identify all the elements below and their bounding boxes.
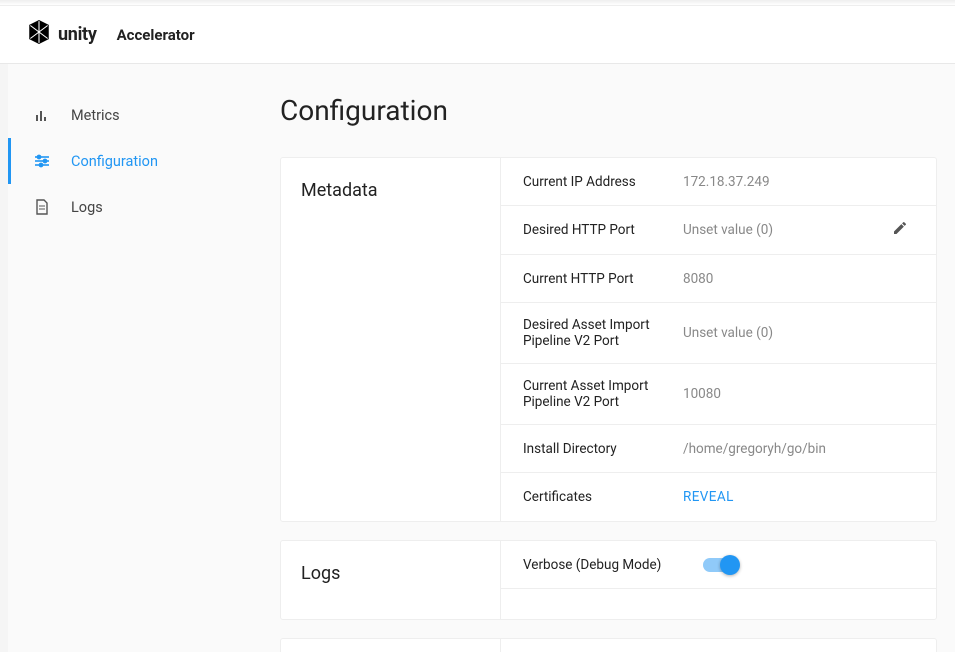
reveal-link[interactable]: REVEAL xyxy=(683,489,914,505)
row-value: Unset value (0) xyxy=(683,222,886,238)
unity-cube-icon xyxy=(26,19,52,50)
left-strip xyxy=(0,64,8,652)
row-value: Unset value (0) xyxy=(683,325,914,341)
card-title: Logs xyxy=(281,541,501,619)
row-key: Desired HTTP Port xyxy=(523,222,683,238)
row-desired-pipeline-port: Desired Asset Import Pipeline V2 Port Un… xyxy=(501,303,936,364)
row-verbose: Verbose (Debug Mode) xyxy=(501,541,936,589)
app-header: unity Accelerator xyxy=(0,6,955,64)
row-key: Verbose (Debug Mode) xyxy=(523,557,703,573)
row-value: /home/gregoryh/go/bin xyxy=(683,441,914,457)
sidebar-item-label: Logs xyxy=(71,199,103,216)
unity-logo: unity xyxy=(26,19,97,50)
bar-chart-icon xyxy=(33,106,51,124)
card-metadata: Metadata Current IP Address 172.18.37.24… xyxy=(280,157,937,522)
row-desired-http-port: Desired HTTP Port Unset value (0) xyxy=(501,206,936,255)
sidebar-item-configuration[interactable]: Configuration xyxy=(8,138,258,184)
row-certificates: Certificates REVEAL xyxy=(501,473,936,521)
card-collaborate: Collaborate ID accel_id xyxy=(280,638,937,652)
row-current-pipeline-port: Current Asset Import Pipeline V2 Port 10… xyxy=(501,364,936,425)
row-empty xyxy=(501,589,936,619)
sidebar: Metrics Configuration Logs xyxy=(8,64,258,652)
row-key: Current HTTP Port xyxy=(523,271,683,287)
row-value: 10080 xyxy=(683,386,914,402)
row-key: Current IP Address xyxy=(523,174,683,190)
row-current-http-port: Current HTTP Port 8080 xyxy=(501,255,936,303)
verbose-toggle[interactable] xyxy=(703,558,737,572)
row-install-directory: Install Directory /home/gregoryh/go/bin xyxy=(501,425,936,473)
pencil-icon xyxy=(892,220,908,240)
row-current-ip: Current IP Address 172.18.37.249 xyxy=(501,158,936,206)
row-value: 172.18.37.249 xyxy=(683,174,914,190)
sidebar-item-metrics[interactable]: Metrics xyxy=(8,92,258,138)
sidebar-item-logs[interactable]: Logs xyxy=(8,184,258,230)
card-logs: Logs Verbose (Debug Mode) xyxy=(280,540,937,620)
main-content: Configuration Metadata Current IP Addres… xyxy=(258,64,955,652)
sliders-icon xyxy=(33,152,51,170)
row-value: 8080 xyxy=(683,271,914,287)
row-key: Install Directory xyxy=(523,441,683,457)
page-title: Configuration xyxy=(280,94,937,127)
card-title: Collaborate xyxy=(281,639,501,652)
row-key: Desired Asset Import Pipeline V2 Port xyxy=(523,317,683,349)
row-id: ID accel_id xyxy=(501,639,936,652)
row-key: Current Asset Import Pipeline V2 Port xyxy=(523,378,683,410)
edit-button[interactable] xyxy=(886,220,914,240)
row-key: Certificates xyxy=(523,489,683,505)
document-icon xyxy=(33,198,51,216)
brand-text: unity xyxy=(58,24,97,45)
app-title: Accelerator xyxy=(117,26,195,44)
sidebar-item-label: Configuration xyxy=(71,153,158,170)
card-title: Metadata xyxy=(281,158,501,521)
sidebar-item-label: Metrics xyxy=(71,107,120,124)
